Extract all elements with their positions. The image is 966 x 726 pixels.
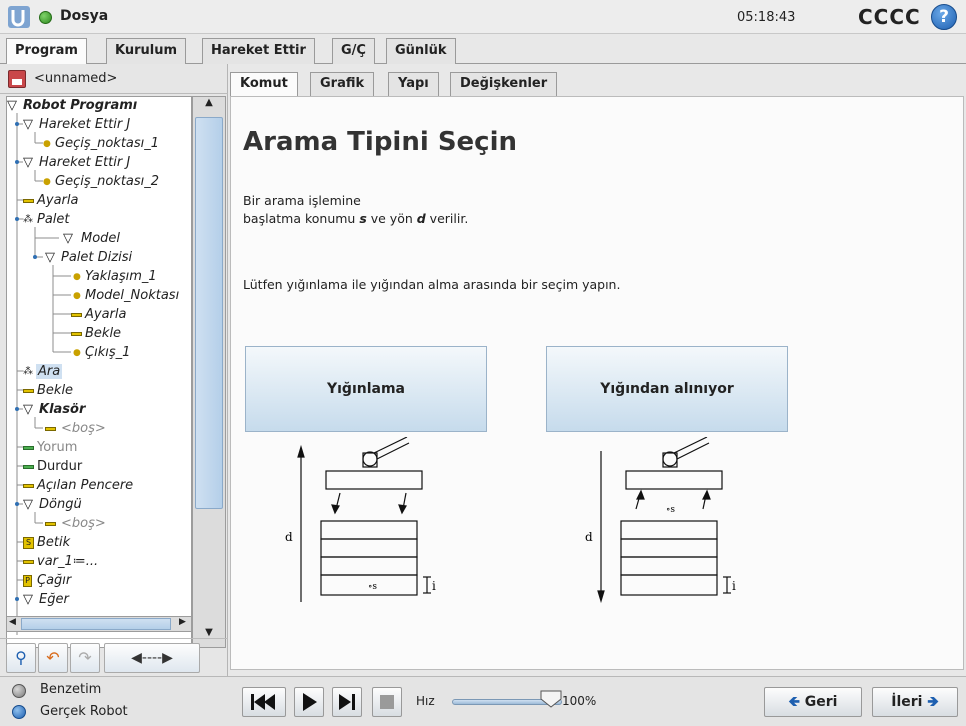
scroll-right-icon[interactable]: ▶	[179, 617, 186, 627]
tab-program[interactable]: Program	[6, 38, 87, 65]
tree-scroll-thumb[interactable]	[195, 117, 223, 509]
step-icon	[339, 694, 355, 710]
tree-node-set-2[interactable]: Ayarla	[7, 306, 191, 325]
tree-node-wait-1[interactable]: Bekle	[7, 325, 191, 344]
tree-node-call[interactable]: P Çağır	[7, 572, 191, 591]
description-line-1: Bir arama işlemine	[243, 193, 361, 208]
program-filename: <unnamed>	[34, 71, 118, 86]
tab-graphics[interactable]: Grafik	[310, 72, 375, 96]
tree-node-search[interactable]: ⁂ Ara	[7, 363, 191, 382]
tree-node-script[interactable]: S Betik	[7, 534, 191, 553]
tab-move[interactable]: Hareket Ettir	[202, 38, 315, 64]
speed-slider-handle-icon[interactable]	[540, 690, 562, 708]
tree-node-empty-2[interactable]: <boş>	[7, 515, 191, 534]
file-menu[interactable]: Dosya	[60, 8, 108, 24]
tree-node-folder[interactable]: ▽ Klasör	[7, 401, 191, 420]
command-page: Arama Tipini Seçin Bir arama işlemine ba…	[230, 96, 964, 670]
tree-horizontal-scrollbar[interactable]: ◀ ▶	[6, 616, 192, 632]
move-node-icon[interactable]: ◀‑‑‑‑▶	[104, 643, 200, 673]
simulation-label: Benzetim	[40, 682, 102, 697]
ur-logo-icon	[8, 6, 30, 28]
stop-icon	[380, 695, 394, 709]
program-tree[interactable]: ▽ Robot Programı ▽ Hareket Ettir J ● Geç…	[6, 96, 192, 648]
robot-name: CCCC	[858, 5, 921, 29]
tab-io[interactable]: G/Ç	[332, 38, 375, 64]
tree-node-move-j-1[interactable]: ▽ Hareket Ettir J	[7, 116, 191, 135]
page-title: Arama Tipini Seçin	[243, 127, 518, 157]
tree-node-move-j-2[interactable]: ▽ Hareket Ettir J	[7, 154, 191, 173]
tree-vertical-scrollbar[interactable]: ▲ ▼	[192, 96, 226, 648]
stacking-button[interactable]: Yığınlama	[245, 346, 487, 432]
svg-text:∘s: ∘s	[666, 505, 675, 515]
destacking-button[interactable]: Yığından alınıyor	[546, 346, 788, 432]
description-line-2: başlatma konumu s ve yön d verilir.	[243, 211, 469, 226]
undo-icon[interactable]: ↶	[38, 643, 68, 673]
speed-value: 100%	[562, 694, 597, 708]
next-button[interactable]: İleri 🡺	[872, 687, 958, 717]
save-disk-icon[interactable]	[8, 70, 26, 88]
tree-node-halt[interactable]: Durdur	[7, 458, 191, 477]
instruction-text: Lütfen yığınlama ile yığından alma arası…	[243, 277, 621, 292]
search-icon[interactable]: ⚲	[6, 643, 36, 673]
tree-node-comment[interactable]: Yorum	[7, 439, 191, 458]
back-arrow-icon: 🡸	[788, 694, 800, 710]
svg-text:i: i	[732, 579, 736, 593]
tree-node-waypoint-2[interactable]: ● Geçiş_noktası_2	[7, 173, 191, 192]
simulation-radio[interactable]	[12, 684, 26, 698]
rewind-icon	[251, 694, 275, 710]
speed-label: Hız	[416, 694, 435, 708]
help-icon[interactable]: ?	[931, 4, 957, 30]
tree-node-pattern-point[interactable]: ● Model_Noktası	[7, 287, 191, 306]
next-arrow-icon: 🡺	[927, 694, 939, 710]
diagram-d-label: d	[285, 530, 293, 544]
tree-node-set-1[interactable]: Ayarla	[7, 192, 191, 211]
real-robot-radio[interactable]	[12, 705, 26, 719]
program-tree-panel: <unnamed> ▽ Robot Programı ▽ Hareket Ett…	[0, 64, 228, 676]
main-tabs: Program Kurulum Hareket Ettir G/Ç Günlük	[0, 38, 966, 65]
tree-node-robot-program[interactable]: ▽ Robot Programı	[7, 97, 191, 116]
scroll-left-icon[interactable]: ◀	[9, 617, 16, 627]
svg-text:i: i	[432, 579, 436, 593]
tree-node-popup[interactable]: Açılan Pencere	[7, 477, 191, 496]
tree-node-if[interactable]: ▽ Eğer	[7, 591, 191, 610]
file-row: <unnamed>	[0, 64, 228, 94]
svg-text:d: d	[585, 530, 593, 544]
rewind-button[interactable]	[242, 687, 286, 717]
destacking-diagram-icon: d ∘s i	[585, 437, 736, 604]
back-button[interactable]: 🡸 Geri	[764, 687, 862, 717]
tree-hscroll-thumb[interactable]	[21, 618, 171, 630]
tree-node-pallet-sequence[interactable]: ▽ Palet Dizisi	[7, 249, 191, 268]
tree-node-wait-2[interactable]: Bekle	[7, 382, 191, 401]
play-icon	[303, 693, 317, 711]
tree-node-empty-1[interactable]: <boş>	[7, 420, 191, 439]
tab-command[interactable]: Komut	[230, 72, 298, 96]
play-button[interactable]	[294, 687, 324, 717]
tree-node-assignment[interactable]: var_1≔...	[7, 553, 191, 572]
sub-tabs: Komut Grafik Yapı Değişkenler	[228, 72, 966, 96]
svg-text:∘s: ∘s	[368, 582, 377, 592]
tree-node-approach-1[interactable]: ● Yaklaşım_1	[7, 268, 191, 287]
redo-icon[interactable]: ↷	[70, 643, 100, 673]
tab-log[interactable]: Günlük	[386, 38, 456, 64]
content-panel: Komut Grafik Yapı Değişkenler Arama Tipi…	[228, 64, 966, 676]
step-button[interactable]	[332, 687, 362, 717]
tree-node-pattern[interactable]: ▽ Model	[7, 230, 191, 249]
stop-button[interactable]	[372, 687, 402, 717]
scroll-up-icon[interactable]: ▲	[193, 97, 225, 115]
tab-variables[interactable]: Değişkenler	[450, 72, 558, 96]
clock: 05:18:43	[737, 10, 796, 25]
top-bar: Dosya 05:18:43 CCCC ?	[0, 0, 966, 34]
tree-toolbar: ⚲ ↶ ↷ ◀‑‑‑‑▶	[0, 638, 228, 676]
tree-node-waypoint-1[interactable]: ● Geçiş_noktası_1	[7, 135, 191, 154]
tree-node-pallet[interactable]: ⁂ Palet	[7, 211, 191, 230]
tab-structure[interactable]: Yapı	[388, 72, 439, 96]
status-dot-icon[interactable]	[39, 11, 52, 24]
tree-node-exit-1[interactable]: ● Çıkış_1	[7, 344, 191, 363]
bottom-bar: Benzetim Gerçek Robot Hız 100% 🡸 Geri İl…	[0, 676, 966, 726]
tab-installation[interactable]: Kurulum	[106, 38, 187, 64]
real-robot-label: Gerçek Robot	[40, 704, 128, 719]
tree-node-loop[interactable]: ▽ Döngü	[7, 496, 191, 515]
stacking-diagram-icon: d ∘s i	[285, 437, 436, 602]
